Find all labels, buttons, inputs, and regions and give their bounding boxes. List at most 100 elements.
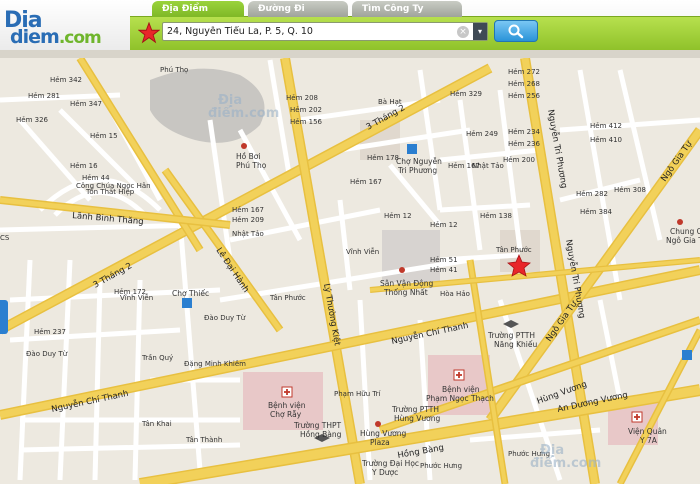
search-field: × ▾: [162, 22, 488, 41]
street-label: Phước Hưng: [420, 462, 462, 470]
street-label: Đặng Minh Khiêm: [184, 360, 246, 368]
street-label: Hẻm 200: [503, 156, 535, 164]
map-canvas[interactable]: 3 Tháng 2 3 Tháng 2 Lý Thường Kiệt Nguyễ…: [0, 58, 700, 484]
street-label: Đào Duy Từ: [26, 350, 68, 358]
street-label: Hẻm 249: [466, 130, 498, 138]
search-button[interactable]: [494, 20, 538, 42]
street-label: Hẻm 138: [480, 212, 512, 220]
street-label: Hẻm 342: [50, 76, 82, 84]
svg-text:điểm.com: điểm.com: [530, 455, 601, 471]
street-label: Nhật Tảo: [232, 230, 264, 238]
svg-text:Chung Cư: Chung Cư: [670, 227, 700, 236]
hong-bang-school-marker[interactable]: Trường THPT Hồng Bàng: [293, 421, 342, 442]
svg-text:Hồng Bàng: Hồng Bàng: [300, 430, 342, 439]
tab-tim-cong-ty[interactable]: Tìm Công Ty: [352, 1, 462, 17]
svg-text:Hồ Bơi: Hồ Bơi: [236, 152, 260, 161]
street-label: Hẻm 237: [34, 328, 66, 336]
search-mode-tabs: Địa Điểm Đường Đi Tìm Công Ty: [152, 1, 462, 17]
market-icon: [407, 144, 417, 154]
street-label: Tân Khai: [141, 420, 172, 428]
street-label: Hẻm 256: [508, 92, 541, 100]
street-label: Hẻm 41: [430, 266, 458, 274]
street-label: Hẻm 156: [290, 118, 323, 126]
street-label: Hẻm 272: [508, 68, 540, 76]
logo-text-diem: diem.com: [10, 26, 102, 48]
svg-text:Ngô Gia Tự: Ngô Gia Tự: [666, 236, 700, 245]
street-label: Hẻm 329: [450, 90, 482, 98]
svg-text:Y Dược: Y Dược: [371, 468, 398, 477]
top-toolbar: Dia diem.com Địa Điểm Đường Đi Tìm Công …: [0, 0, 700, 58]
clear-icon[interactable]: ×: [457, 26, 469, 38]
pan-left-button[interactable]: [0, 300, 8, 334]
svg-text:Phú Thọ: Phú Thọ: [236, 161, 267, 170]
svg-text:Bệnh viện: Bệnh viện: [268, 401, 306, 410]
svg-text:Chợ Thiếc: Chợ Thiếc: [172, 289, 209, 298]
street-label: Tân Phước: [495, 246, 532, 254]
street-label: Hẻm 410: [590, 136, 622, 144]
tab-duong-di[interactable]: Đường Đi: [248, 1, 348, 17]
street-label: Hẻm 202: [290, 106, 322, 114]
street-label: Hẻm 268: [508, 80, 540, 88]
street-label: Hẻm 44: [82, 174, 110, 182]
star-icon: [138, 22, 160, 44]
street-label: Tân Thành: [185, 436, 222, 444]
street-label: Công Chúa Ngọc Hân: [76, 182, 151, 190]
market-icon: [182, 298, 192, 308]
svg-text:Sân Vận Động: Sân Vận Động: [380, 279, 434, 288]
svg-text:Y 7A: Y 7A: [639, 436, 658, 445]
street-label: Hẻm 12: [384, 212, 412, 220]
tab-dia-diem[interactable]: Địa Điểm: [152, 1, 244, 17]
street-label: Hẻm 178: [367, 154, 399, 162]
street-label: Hẻm 208: [286, 94, 318, 102]
svg-text:Hùng Vương: Hùng Vương: [360, 429, 407, 438]
search-input[interactable]: [167, 24, 451, 39]
svg-text:điểm.com: điểm.com: [208, 105, 279, 121]
street-label: Hẻm 281: [28, 92, 60, 100]
svg-text:Trường THPT: Trường THPT: [293, 421, 342, 430]
street-label: Hẻm 167: [448, 162, 480, 170]
hung-vuong-school-marker[interactable]: Trường PTTH Hùng Vương: [391, 405, 441, 423]
svg-text:Viện Quân: Viện Quân: [628, 427, 667, 436]
svg-text:Trường Đại Học: Trường Đại Học: [361, 459, 419, 468]
dropdown-arrow-icon[interactable]: ▾: [473, 23, 487, 40]
street-label: Hòa Hảo: [440, 290, 470, 298]
street-label: Trần Quý: [141, 354, 173, 362]
street-label: Hẻm 347: [70, 100, 102, 108]
street-label: Hẻm 167: [350, 178, 382, 186]
edge-label: CS: [0, 234, 10, 242]
street-label: Hẻm 12: [430, 221, 458, 229]
street-label: Hẻm 51: [430, 256, 458, 264]
site-logo[interactable]: Dia diem.com: [4, 6, 124, 48]
street-label: Đào Duy Từ: [204, 314, 246, 322]
svg-text:Trường PTTH: Trường PTTH: [391, 405, 439, 414]
street-label: Hẻm 167: [232, 206, 264, 214]
svg-text:Tri Phương: Tri Phương: [397, 166, 437, 175]
svg-text:Năng Khiếu: Năng Khiếu: [494, 340, 537, 349]
street-label: Hẻm 16: [70, 162, 98, 170]
street-label: Vĩnh Viễn: [346, 247, 379, 256]
svg-text:Chợ Nguyễn: Chợ Nguyễn: [396, 157, 442, 166]
street-map[interactable]: 3 Tháng 2 3 Tháng 2 Lý Thường Kiệt Nguyễ…: [0, 58, 700, 484]
street-label: Tân Phước: [269, 294, 306, 302]
street-label: Hẻm 308: [614, 186, 646, 194]
street-label: Hẻm 384: [580, 208, 613, 216]
street-label: Hẻm 209: [232, 216, 264, 224]
svg-text:Phạm Ngọc Thạch: Phạm Ngọc Thạch: [426, 394, 494, 403]
svg-text:Trường PTTH: Trường PTTH: [487, 331, 535, 340]
street-label: Hẻm 412: [590, 122, 622, 130]
svg-text:Hùng Vương: Hùng Vương: [394, 414, 441, 423]
svg-text:Bệnh viện: Bệnh viện: [442, 385, 480, 394]
street-label: Hẻm 236: [508, 140, 541, 148]
street-label: Phú Thọ: [160, 66, 188, 74]
svg-text:Plaza: Plaza: [370, 438, 390, 447]
magnifier-icon: [508, 24, 524, 39]
street-label: Bà Hạt: [378, 98, 402, 106]
street-label: Hẻm 15: [90, 132, 118, 140]
street-label: Hẻm 234: [508, 128, 541, 136]
market-icon: [682, 350, 692, 360]
street-label: Hẻm 282: [576, 190, 608, 198]
street-label: Hẻm 326: [16, 116, 49, 124]
street-label: Phạm Hữu Trí: [334, 390, 381, 398]
svg-text:Chợ Rẫy: Chợ Rẫy: [270, 410, 302, 419]
svg-text:Thống Nhất: Thống Nhất: [383, 288, 428, 297]
